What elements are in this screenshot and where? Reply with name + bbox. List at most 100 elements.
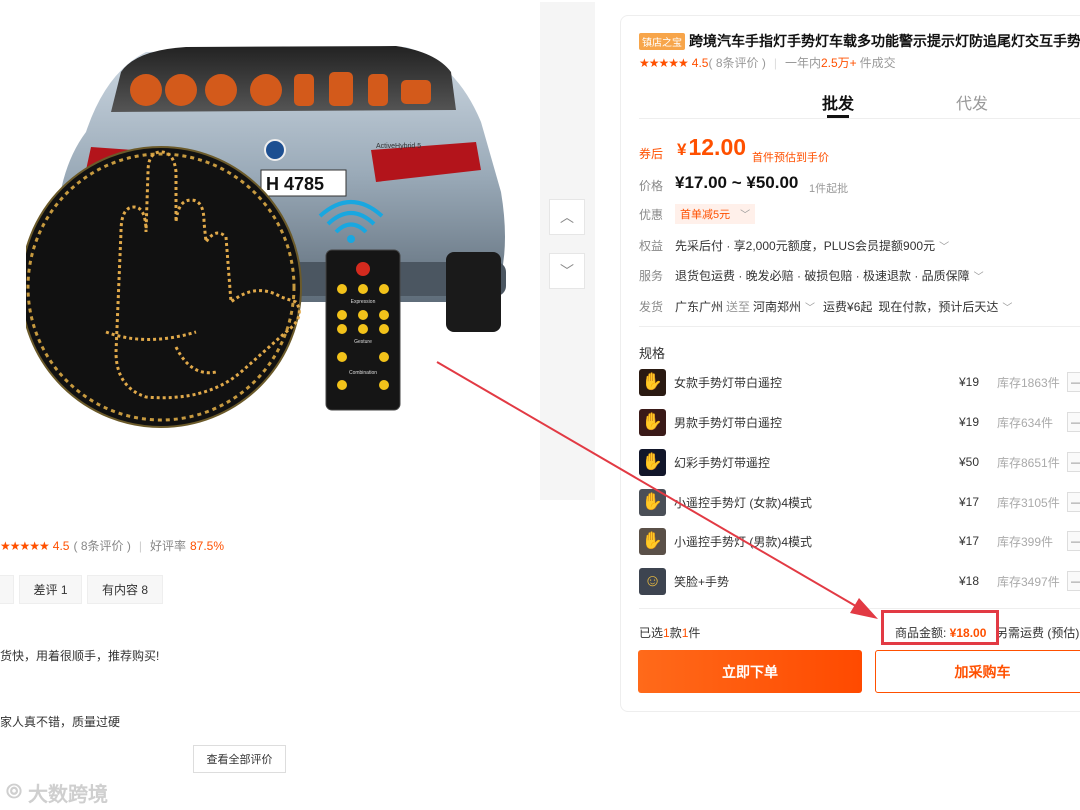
- good-rate-label: 好评率: [149, 539, 186, 553]
- ship-to[interactable]: 河南郑州: [753, 298, 801, 315]
- spec-item-name: 小遥控手势灯 (女款)4模式: [674, 495, 813, 510]
- good-rate-value: 87.5%: [189, 538, 224, 553]
- spec-item-price: ¥19: [959, 415, 980, 429]
- chevron-down-icon: ﹀: [1002, 303, 1013, 314]
- spec-item[interactable]: ☺ 笑脸+手势 ¥18 库存3497件 —: [639, 566, 1080, 596]
- add-to-cart-button[interactable]: 加采购车: [875, 650, 1080, 693]
- service-label: 服务: [639, 269, 664, 283]
- spec-item[interactable]: ✋ 小遥控手势灯 (男款)4模式 ¥17 库存399件 —: [639, 526, 1080, 556]
- sales-count: 2.5万+: [820, 56, 857, 70]
- page: ActiveHybrid 5 H 4785 Expression Gesture…: [0, 0, 1080, 810]
- product-title: 跨境汽车手指灯手势灯车载多功能警示提示灯防追尾灯交互手势: [689, 33, 1080, 49]
- coupon-price-currency: ¥: [677, 140, 687, 159]
- review-tag-content[interactable]: 有内容 8: [87, 575, 163, 604]
- spec-item[interactable]: ✋ 男款手势灯带白遥控 ¥19 库存634件 —: [639, 407, 1080, 437]
- product-title-row: 镇店之宝 跨境汽车手指灯手势灯车载多功能警示提示灯防追尾灯交互手势: [639, 31, 1080, 51]
- buy-now-button[interactable]: 立即下单: [638, 650, 862, 693]
- tab-wholesale[interactable]: 批发: [800, 90, 876, 114]
- spec-item-stock: 库存399件: [997, 534, 1054, 549]
- spec-item-name: 女款手势灯带白遥控: [674, 375, 783, 390]
- purchase-tabs: 批发 代发: [800, 90, 1068, 114]
- spec-item[interactable]: ✋ 小遥控手势灯 (女款)4模式 ¥17 库存3105件 —: [639, 487, 1080, 517]
- spec-item-name: 笑脸+手势: [674, 574, 730, 589]
- benefits-value[interactable]: 先采后付 · 享2,000元额度，PLUS会员提额900元 ﹀: [675, 237, 949, 254]
- selected-summary: 已选1款1件: [639, 624, 700, 641]
- watermark-text: 大数跨境: [28, 784, 108, 806]
- spec-item-price: ¥17: [959, 534, 980, 548]
- service-value[interactable]: 退货包运费 · 晚发必赔 · 破损包赔 · 极速退款 · 品质保障 ﹀: [675, 267, 984, 284]
- review-tag-bad[interactable]: 差评 1: [19, 575, 82, 604]
- price-range: ¥17.00 ~ ¥50.00: [675, 173, 799, 192]
- spec-item-stock: 库存8651件: [997, 455, 1060, 470]
- product-main-image[interactable]: ActiveHybrid 5 H 4785 Expression Gesture…: [26, 2, 540, 500]
- selected-pre: 已选: [639, 626, 664, 640]
- promo-badge-text: 首单减5元: [680, 209, 731, 221]
- sales-suffix: 件成交: [859, 56, 896, 70]
- review-score: 4.5: [52, 538, 70, 553]
- spec-item[interactable]: ✋ 女款手势灯带白遥控 ¥19 库存1863件 —: [639, 367, 1080, 397]
- promo-badge[interactable]: 首单减5元 ﹀: [675, 204, 756, 224]
- review-stars-icon: ★★★★★: [0, 538, 50, 553]
- ship-eta: 现在付款，预计后天达: [878, 300, 999, 314]
- chevron-down-icon: ﹀: [805, 303, 816, 314]
- coupon-price: ¥12.00: [677, 134, 746, 161]
- sales-prefix: 一年内: [784, 56, 821, 70]
- rating-score: 4.5: [691, 55, 709, 70]
- divider: [639, 118, 1080, 119]
- annotation-highlight-box: [881, 610, 999, 645]
- product-rating-row: ★★★★★ 4.5 ( 8条评价 ) | 一年内 2.5万+ 件成交: [639, 54, 896, 71]
- spec-item-price: ¥18: [959, 574, 980, 588]
- shipping-label: 发货: [639, 300, 664, 314]
- watermark: ⦾ 大数跨境: [6, 778, 108, 807]
- divider: [639, 608, 1080, 609]
- review-tag-partial[interactable]: [0, 575, 14, 604]
- coupon-price-value: 12.00: [688, 134, 747, 160]
- spec-item[interactable]: ✋ 幻彩手势灯带遥控 ¥50 库存8651件 —: [639, 447, 1080, 477]
- thumbnail-down-button[interactable]: ﹀: [549, 253, 585, 289]
- view-all-reviews-button[interactable]: 查看全部评价: [193, 745, 286, 773]
- spec-item-stock: 库存1863件: [997, 375, 1060, 390]
- quantity-minus-button[interactable]: —: [1067, 571, 1080, 591]
- review-text: 货快，用着很顺手，推荐购买!: [0, 649, 160, 663]
- review-summary: ★★★★★ 4.5 ( 8条评价 ) | 好评率 87.5%: [0, 537, 224, 554]
- shipping-value[interactable]: 广东广州 送至 河南郑州 ﹀ 运费¥6起 现在付款，预计后天达 ﹀: [675, 298, 1012, 315]
- rating-stars-icon: ★★★★★: [639, 55, 689, 70]
- spec-item-stock: 库存634件: [997, 415, 1054, 430]
- hand-orange-icon: ✋: [639, 368, 666, 396]
- remote-label-expression: Expression: [351, 299, 376, 305]
- tab-dropship[interactable]: 代发: [934, 90, 1010, 114]
- quantity-minus-button[interactable]: —: [1067, 412, 1080, 432]
- spec-item-price: ¥19: [959, 375, 980, 389]
- rating-review-count[interactable]: ( 8条评价 ): [708, 54, 765, 71]
- chevron-down-icon: ﹀: [939, 242, 950, 253]
- spec-title: 规格: [639, 346, 666, 361]
- spec-item-price: ¥50: [959, 455, 980, 469]
- license-plate-text: H 4785: [266, 174, 324, 194]
- min-order-note: 1件起批: [809, 183, 849, 195]
- remote-control: Expression Gesture Combination: [325, 249, 401, 411]
- hand-multi-icon: ✋: [639, 408, 666, 436]
- chevron-up-icon: ︿: [560, 209, 574, 225]
- product-photo: ActiveHybrid 5 H 4785 Expression Gesture…: [26, 46, 506, 428]
- thumbnail-up-button[interactable]: ︿: [549, 199, 585, 235]
- review-separator: |: [138, 538, 142, 553]
- selected-post: 件: [688, 626, 701, 640]
- quantity-minus-button[interactable]: —: [1067, 531, 1080, 551]
- quantity-minus-button[interactable]: —: [1067, 452, 1080, 472]
- review-count: ( 8条评价 ): [73, 539, 131, 553]
- car-badge-text: ActiveHybrid 5: [376, 143, 421, 150]
- chevron-down-icon: ﹀: [740, 210, 751, 221]
- shipping-estimate: 另需运费 (预估): [996, 626, 1080, 640]
- hand-car2-icon: ✋: [639, 527, 666, 555]
- ship-from: 广东广州: [675, 300, 724, 314]
- quantity-minus-button[interactable]: —: [1067, 372, 1080, 392]
- quantity-minus-button[interactable]: —: [1067, 492, 1080, 512]
- spec-item-stock: 库存3105件: [997, 495, 1060, 510]
- divider: [639, 326, 1080, 327]
- coupon-label: 券后: [639, 147, 664, 161]
- gesture-light-disc: [26, 146, 302, 428]
- spec-item-name: 男款手势灯带白遥控: [674, 415, 783, 430]
- selected-kinds: 1: [663, 626, 670, 640]
- remote-label-gesture: Gesture: [354, 339, 372, 345]
- hand-blue-icon: ✋: [639, 448, 666, 476]
